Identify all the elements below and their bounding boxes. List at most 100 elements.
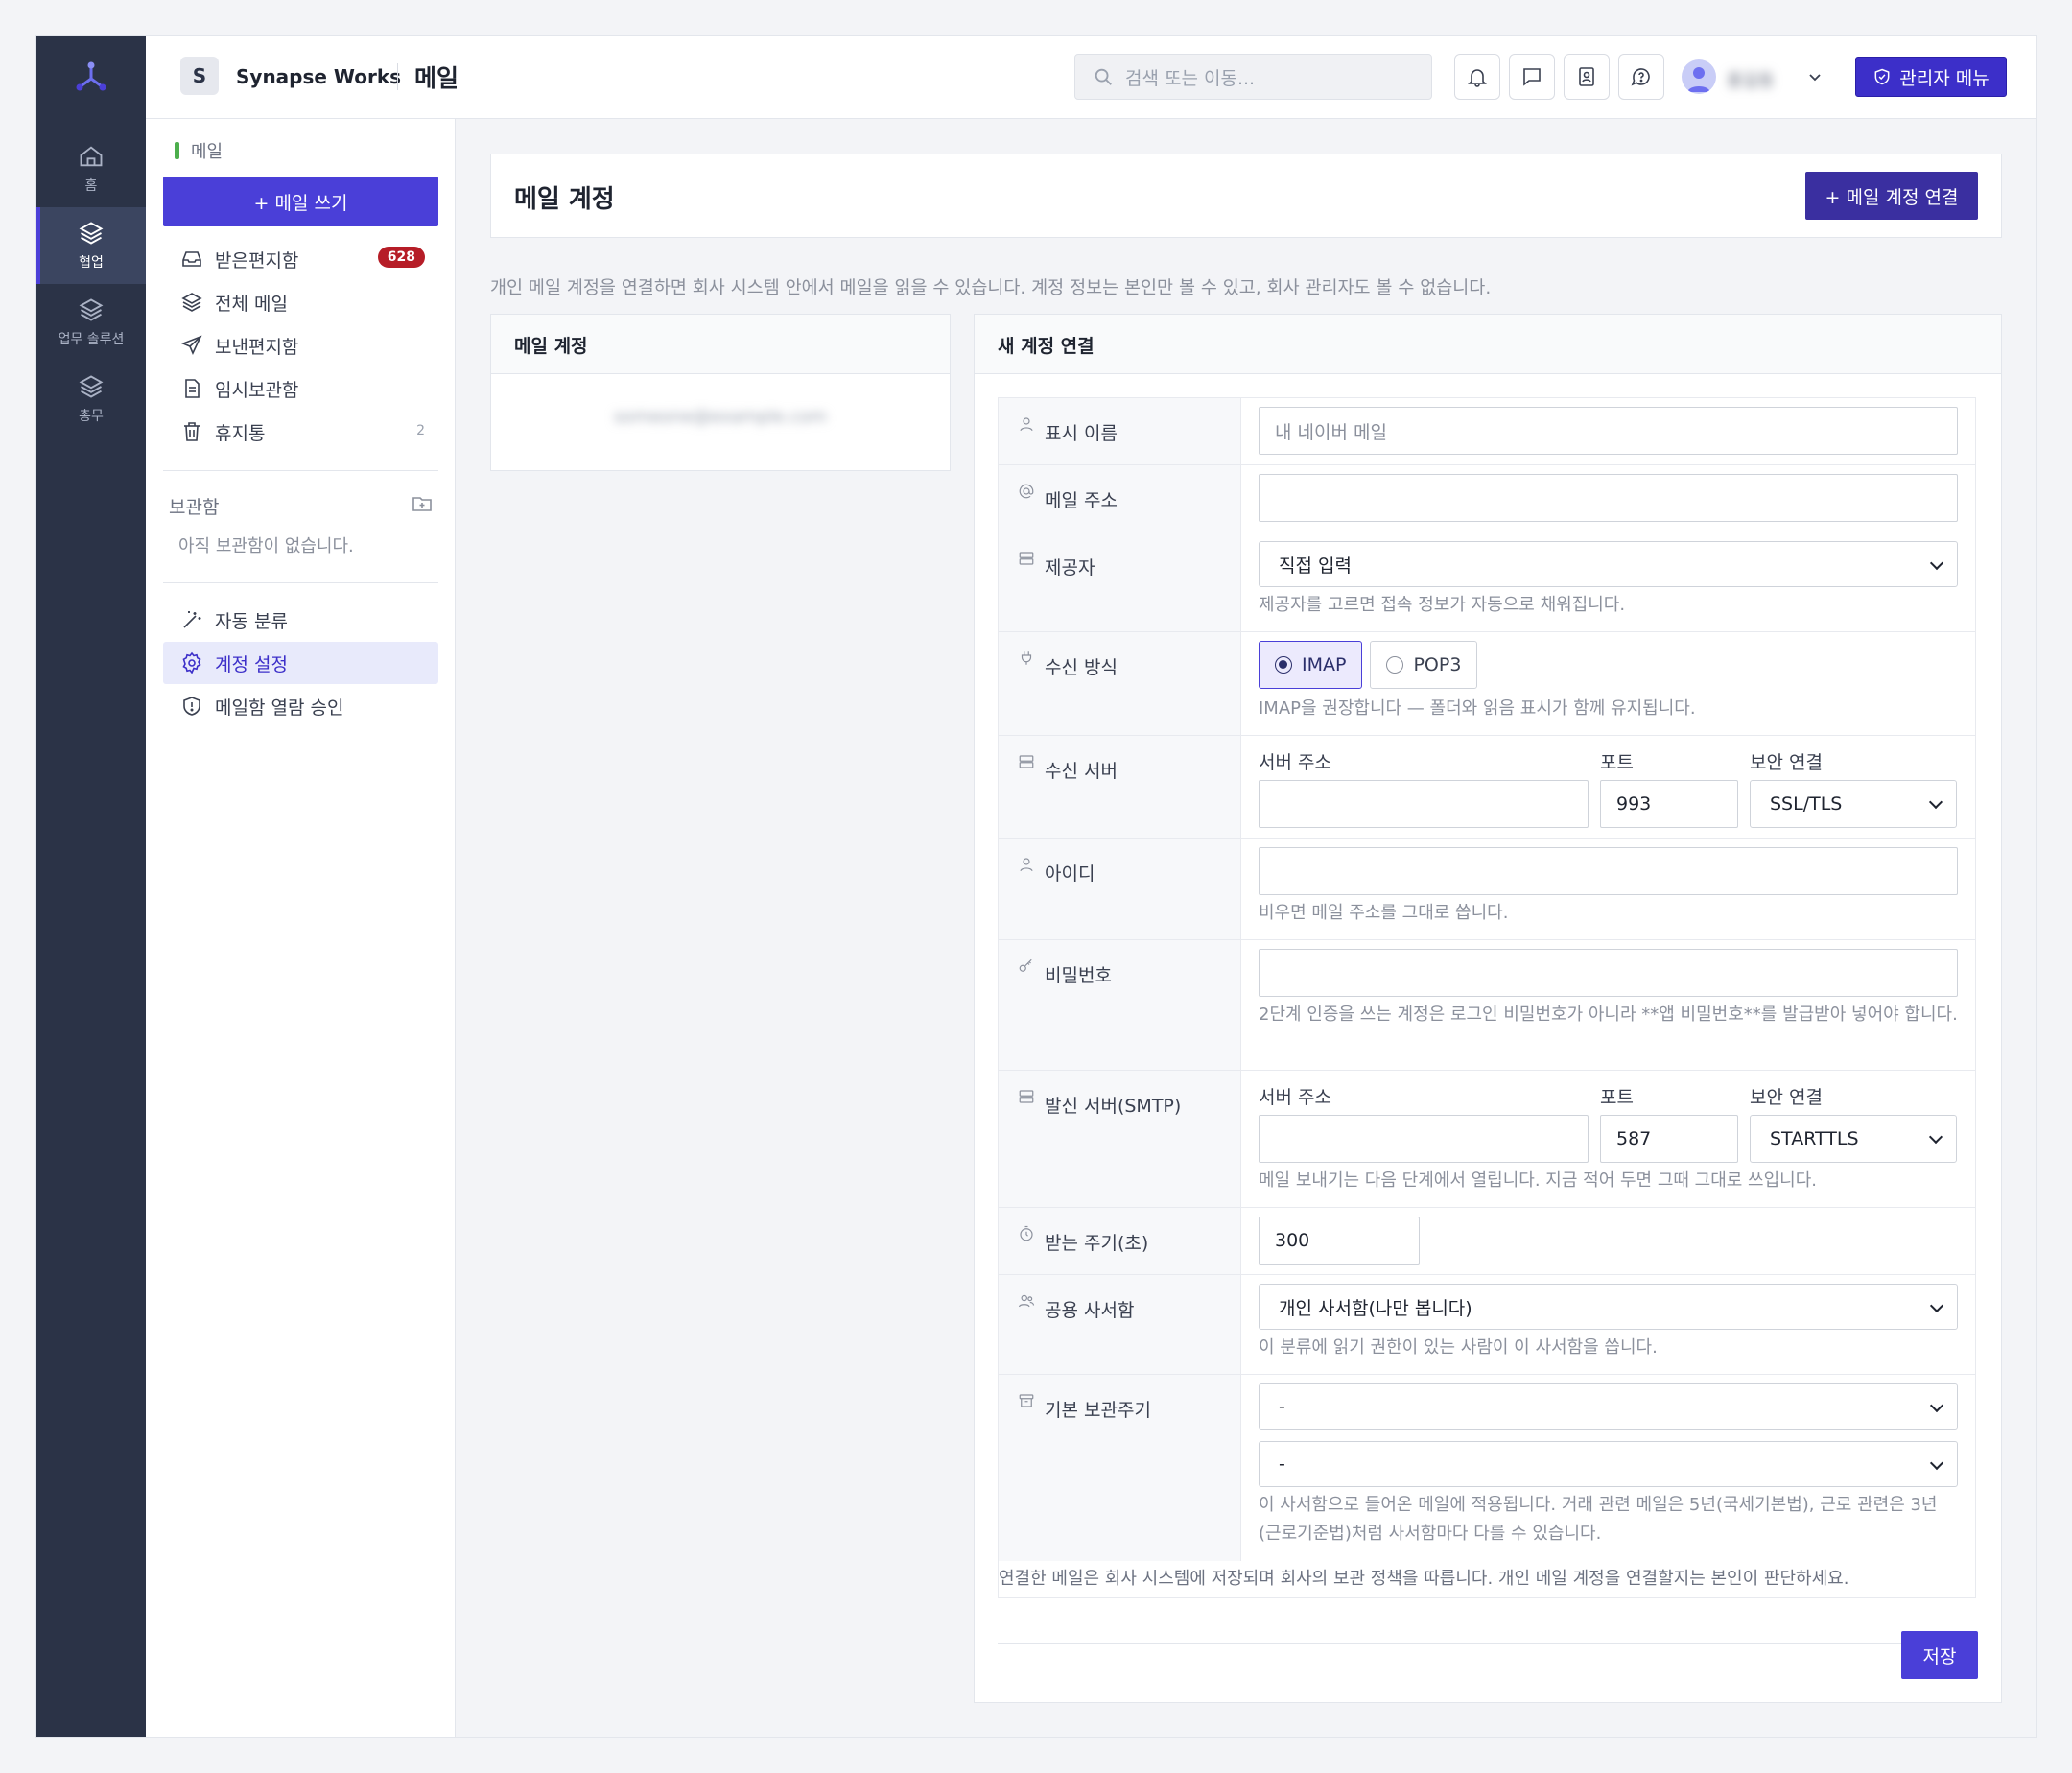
- connect-account-button[interactable]: + 메일 계정 연결: [1805, 172, 1978, 220]
- form-row-incoming-server: 수신 서버 서버 주소 포트 보안 연결 993 SSL/TLS: [999, 736, 1975, 839]
- page-title: 메일 계정: [514, 185, 615, 214]
- password-input[interactable]: [1259, 949, 1958, 997]
- display-name-input[interactable]: 내 네이버 메일: [1259, 407, 1958, 455]
- retention-select-2[interactable]: -: [1259, 1441, 1958, 1487]
- field-label: 메일 주소: [999, 465, 1241, 532]
- workspace-badge[interactable]: S: [180, 57, 219, 95]
- user-icon: [1020, 417, 1033, 432]
- field-label: 기본 보관주기: [999, 1375, 1241, 1561]
- timer-icon: [1020, 1225, 1033, 1241]
- incoming-security-select[interactable]: SSL/TLS: [1750, 780, 1957, 828]
- field-label: 제공자: [999, 532, 1241, 631]
- email-field[interactable]: [1259, 474, 1958, 522]
- retention-hint: 이 사서함으로 들어온 메일에 적용됩니다. 거래 관련 메일은 5년(국세기본…: [1259, 1495, 1938, 1544]
- sidebar-item-account-settings[interactable]: 계정 설정: [163, 642, 438, 684]
- admin-menu-button[interactable]: 관리자 메뉴: [1855, 57, 2007, 97]
- outgoing-hint: 메일 보내기는 다음 단계에서 열립니다. 지금 적어 두면 그때 그대로 쓰입…: [1259, 1170, 1818, 1191]
- outgoing-security-select[interactable]: STARTTLS: [1750, 1115, 1957, 1163]
- field-label: 비밀번호: [999, 940, 1241, 1070]
- main-content: 메일 계정 + 메일 계정 연결 개인 메일 계정을 연결하면 회사 시스템 안…: [456, 119, 2036, 1737]
- provider-select[interactable]: 직접 입력: [1259, 541, 1958, 587]
- provider-hint: 제공자를 고르면 접속 정보가 자동으로 채워집니다.: [1259, 595, 1626, 615]
- sidebar-item-access-approval[interactable]: 메일함 열람 승인: [163, 685, 438, 727]
- field-label-text: 발신 서버(SMTP): [1045, 1096, 1182, 1117]
- username-input[interactable]: [1259, 847, 1958, 895]
- security-label: 보안 연결: [1750, 752, 1823, 773]
- rail-item-label: 총무: [79, 409, 104, 424]
- sidebar-section-title: 메일: [175, 138, 223, 163]
- field-label-text: 공용 사서함: [1045, 1300, 1135, 1321]
- app-rail: 홈 협업 업무 솔루션 총무: [36, 36, 146, 1737]
- shield-icon: [1874, 68, 1890, 85]
- server-icon: [1019, 1090, 1034, 1103]
- user-name[interactable]: 홍길동: [1727, 67, 1775, 92]
- form-row-username: 아이디 비우면 메일 주소를 그대로 씁니다.: [999, 839, 1975, 940]
- incoming-port-input[interactable]: 993: [1600, 780, 1738, 828]
- rail-item-general-affairs[interactable]: 총무: [36, 361, 146, 437]
- rail-item-solutions[interactable]: 업무 솔루션: [36, 284, 146, 361]
- field-label-text: 받는 주기(초): [1045, 1233, 1149, 1254]
- divider: [163, 470, 438, 471]
- sidebar-item-label: 전체 메일: [215, 293, 288, 315]
- app-window: 홈 협업 업무 솔루션 총무 S Synapse Works 메일 검색 또는 …: [35, 35, 2037, 1738]
- save-button[interactable]: 저장: [1901, 1631, 1978, 1679]
- retention-select-1[interactable]: -: [1259, 1383, 1958, 1430]
- sidebar-item-all-mail[interactable]: 전체 메일: [163, 281, 438, 323]
- field-label-text: 아이디: [1045, 863, 1095, 885]
- form-row-interval: 받는 주기(초) 300: [999, 1208, 1975, 1275]
- field-label: 받는 주기(초): [999, 1208, 1241, 1274]
- home-icon: [80, 146, 103, 167]
- sidebar-item-label: 보낸편지함: [215, 336, 299, 358]
- rail-item-label: 홈: [84, 178, 98, 194]
- layers-icon: [79, 298, 104, 321]
- chevron-down-icon[interactable]: [1805, 67, 1825, 86]
- contacts-button[interactable]: [1564, 54, 1610, 100]
- archive-icon: [1019, 1394, 1034, 1407]
- logo-icon[interactable]: [72, 58, 110, 96]
- account-email[interactable]: someone@example.com: [491, 374, 950, 460]
- sidebar-item-sent[interactable]: 보낸편지함: [163, 324, 438, 366]
- shared-mailbox-select[interactable]: 개인 사서함(나만 봅니다): [1259, 1284, 1958, 1330]
- page-description: 개인 메일 계정을 연결하면 회사 시스템 안에서 메일을 읽을 수 있습니다.…: [490, 278, 1492, 298]
- avatar[interactable]: [1682, 59, 1716, 94]
- layers-icon: [79, 222, 104, 245]
- sidebar-item-label: 받은편지함: [215, 249, 299, 272]
- outgoing-port-input[interactable]: 587: [1600, 1115, 1738, 1163]
- imap-radio[interactable]: IMAP: [1259, 641, 1363, 689]
- search-input[interactable]: 검색 또는 이동...: [1074, 54, 1432, 100]
- rail-item-collaboration[interactable]: 협업: [36, 207, 146, 284]
- radio-dot: [1386, 656, 1404, 674]
- sidebar-item-drafts[interactable]: 임시보관함: [163, 367, 438, 410]
- outgoing-host-input[interactable]: [1259, 1115, 1589, 1163]
- interval-input[interactable]: 300: [1259, 1217, 1420, 1265]
- shield-icon: [183, 697, 200, 716]
- search-placeholder: 검색 또는 이동...: [1125, 67, 1256, 89]
- form-row-shared-mailbox: 공용 사서함 개인 사서함(나만 봅니다) 이 분류에 읽기 권한이 있는 사람…: [999, 1275, 1975, 1375]
- sidebar-item-label: 계정 설정: [215, 653, 288, 675]
- security-label: 보안 연결: [1750, 1087, 1823, 1108]
- top-bar: S Synapse Works 메일 검색 또는 이동... 홍길동 관리자 메…: [146, 36, 2036, 119]
- field-label-text: 제공자: [1045, 557, 1095, 579]
- server-icon: [1019, 755, 1034, 768]
- form-row-protocol: 수신 방식 IMAP POP3 IMAP을 권장합니다 — 폴더와 읽음 표시가 …: [999, 632, 1975, 736]
- search-icon: [1095, 68, 1112, 85]
- form-row-outgoing-server: 발신 서버(SMTP) 서버 주소 포트 보안 연결 587 STARTTLS: [999, 1071, 1975, 1208]
- rail-item-home[interactable]: 홈: [36, 130, 146, 207]
- sidebar-item-inbox[interactable]: 받은편지함 628: [163, 238, 438, 280]
- help-button[interactable]: [1618, 54, 1664, 100]
- workspace-name[interactable]: Synapse Works: [236, 65, 401, 88]
- form-table: 표시 이름 내 네이버 메일 메일 주소 제공자 직접 입력 제공자를 고르면 …: [998, 397, 1976, 1598]
- field-label: 공용 사서함: [999, 1275, 1241, 1374]
- sidebar-item-auto-sort[interactable]: 자동 분류: [163, 599, 438, 641]
- add-folder-icon[interactable]: [411, 492, 434, 515]
- incoming-host-input[interactable]: [1259, 780, 1589, 828]
- users-icon: [1018, 1294, 1035, 1308]
- messages-button[interactable]: [1509, 54, 1555, 100]
- sidebar-item-trash[interactable]: 휴지통 2: [163, 411, 438, 453]
- field-label-text: 수신 서버: [1045, 761, 1118, 782]
- compose-button[interactable]: + 메일 쓰기: [163, 177, 438, 226]
- notifications-button[interactable]: [1454, 54, 1500, 100]
- layers-icon: [181, 293, 202, 312]
- radio-label: POP3: [1413, 654, 1462, 675]
- pop3-radio[interactable]: POP3: [1370, 641, 1478, 689]
